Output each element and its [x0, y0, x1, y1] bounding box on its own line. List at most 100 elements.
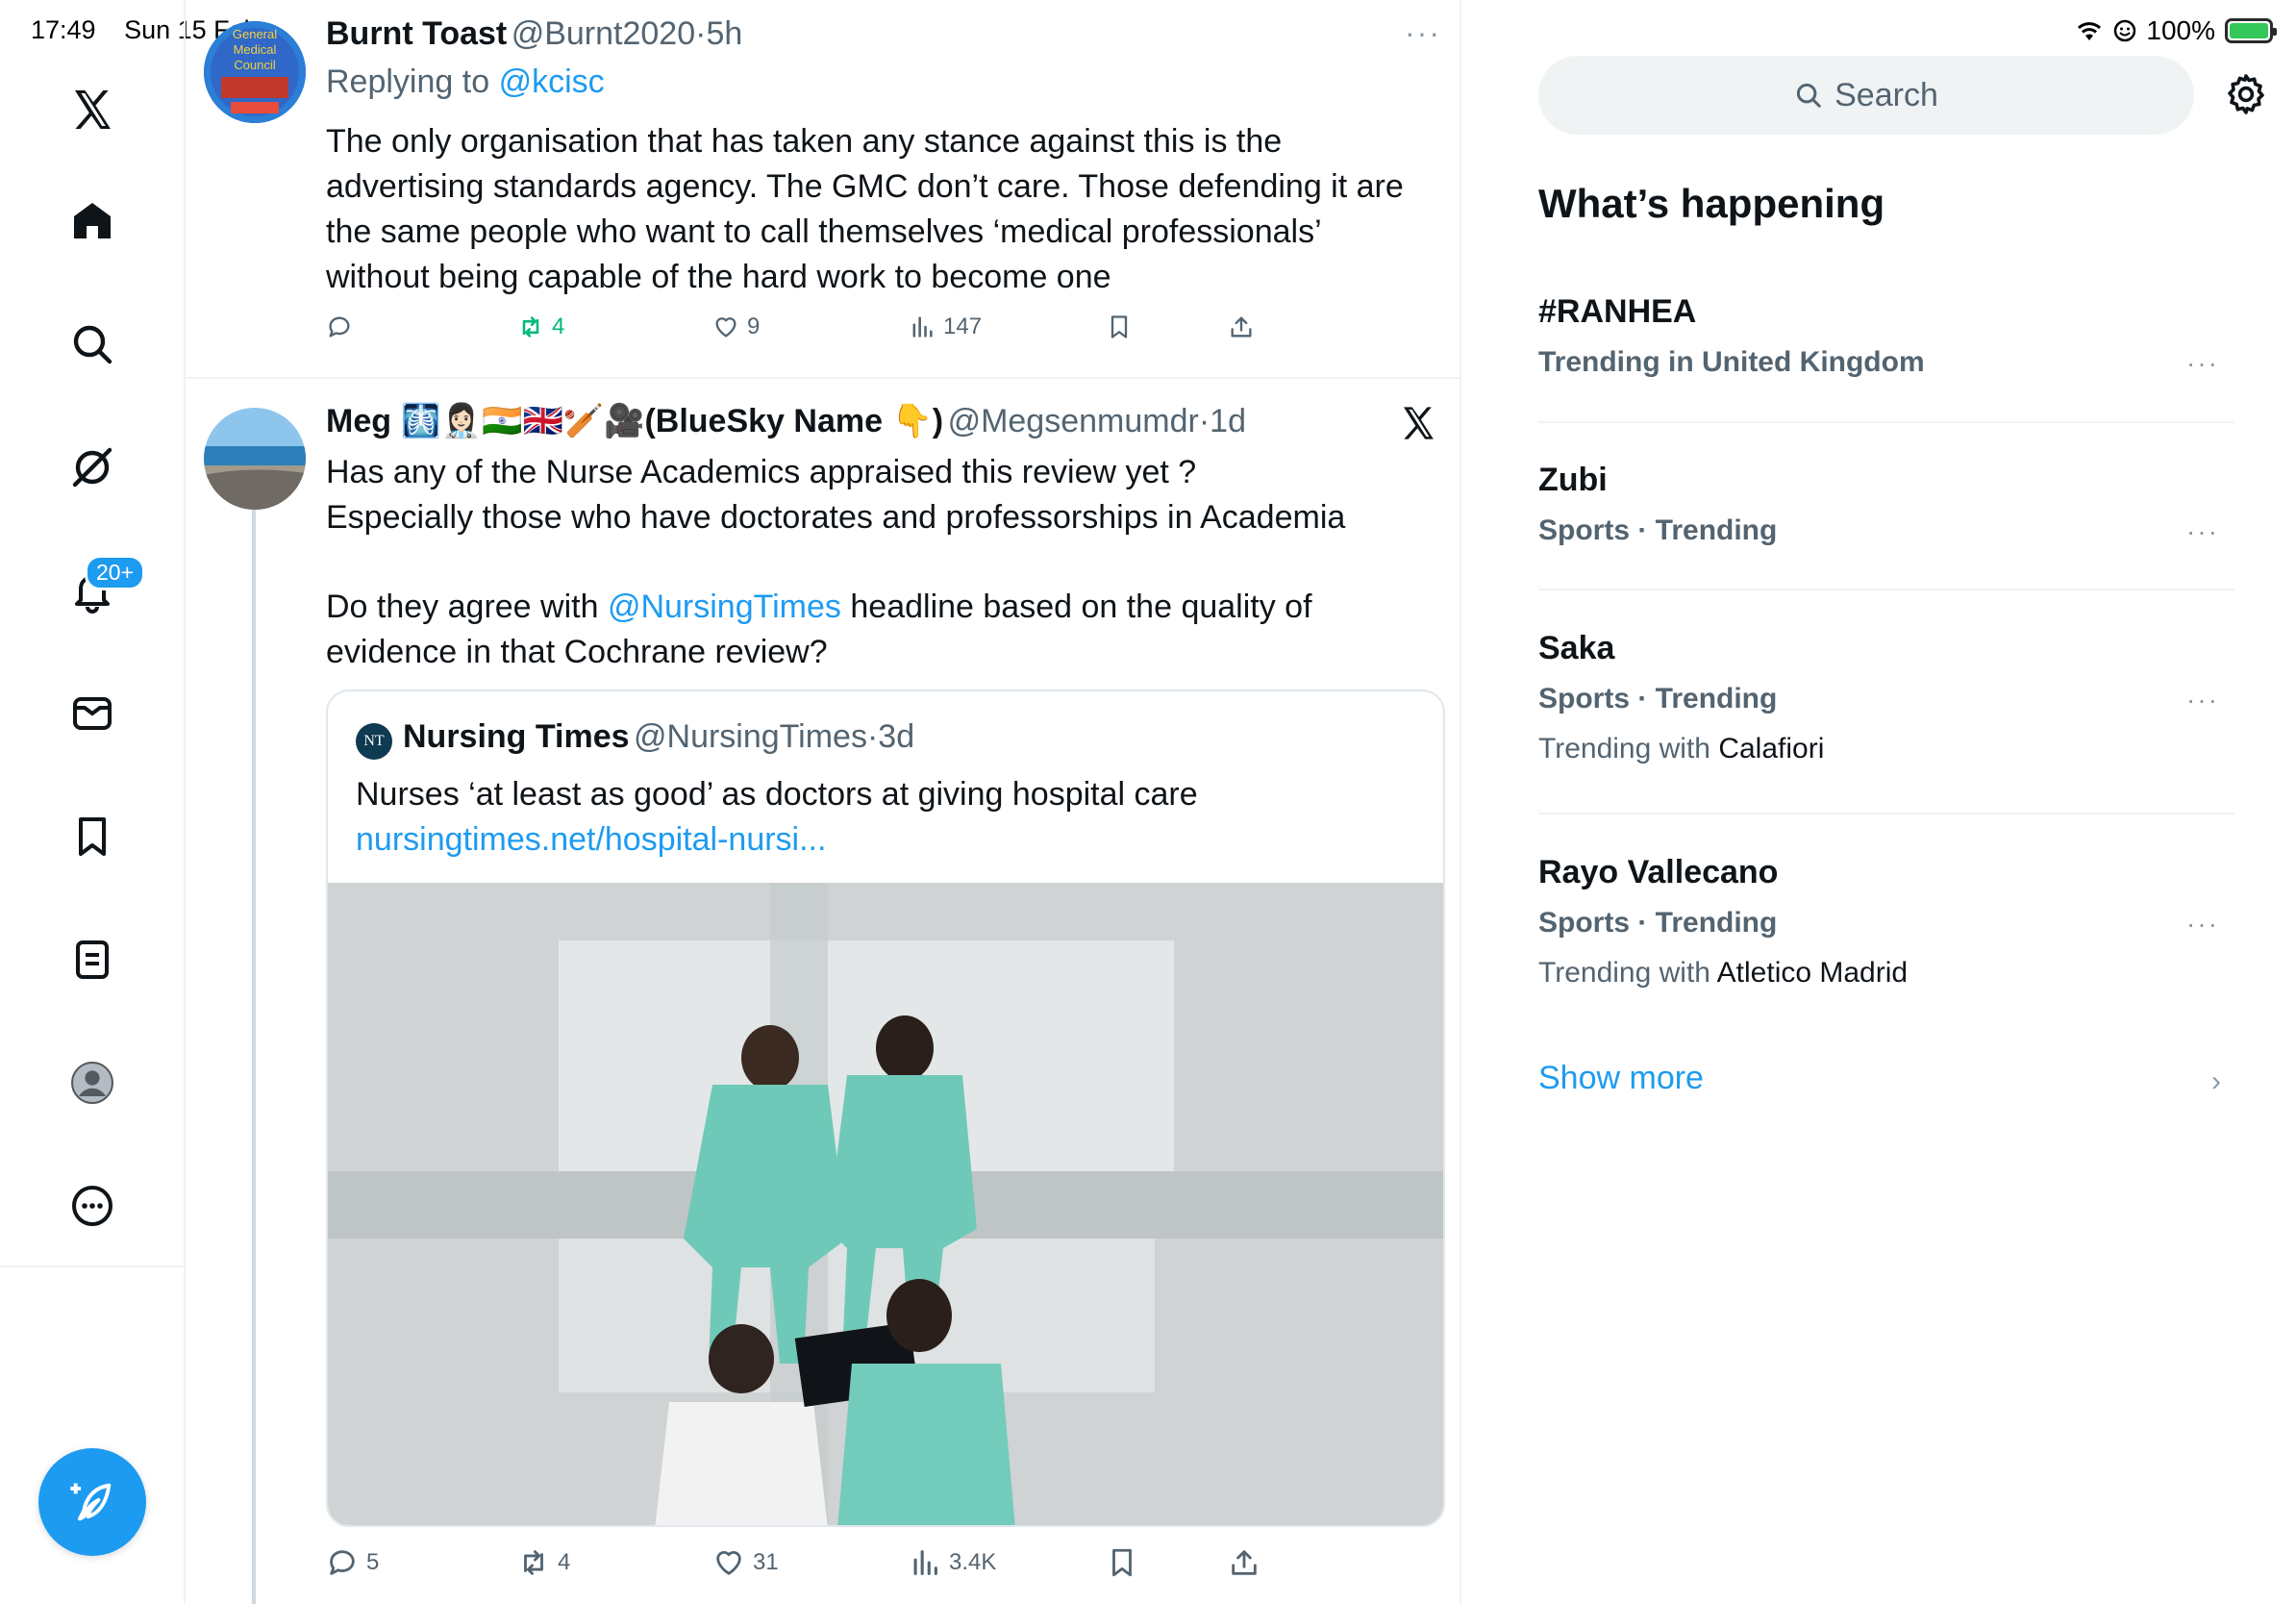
search-bar[interactable]: Search: [1538, 56, 2194, 135]
tweet1-share-button[interactable]: [1228, 313, 1255, 340]
bookmark-icon: [1111, 315, 1128, 338]
tweet2-time[interactable]: 1d: [1210, 403, 1246, 439]
tweet1-like-button[interactable]: 9: [712, 313, 760, 340]
explore-search-icon[interactable]: [54, 306, 131, 383]
nav-divider: [0, 1266, 186, 1267]
tweet2-view-count: 3.4K: [949, 1549, 997, 1575]
reply-icon: [330, 1550, 355, 1575]
tweet1-bookmark-button[interactable]: [1106, 313, 1133, 340]
trend-meta: Sports · Trending: [1538, 514, 1778, 546]
trend-title: Zubi: [1538, 462, 1608, 498]
tweet2-share-button[interactable]: [1228, 1546, 1260, 1579]
trend-item[interactable]: Rayo Vallecano Sports · Trending Trendin…: [1538, 854, 2234, 990]
reply-icon: [329, 316, 350, 338]
search-icon: [1797, 83, 1821, 108]
tweet2-repost-button[interactable]: 4: [517, 1546, 570, 1579]
trend-meta: Trending in United Kingdom: [1538, 346, 1925, 378]
compose-post-button[interactable]: [38, 1448, 146, 1556]
tweet2-line4: evidence in that Cochrane review?: [326, 634, 828, 670]
tweet2-avatar[interactable]: [204, 408, 306, 510]
trend-more-icon[interactable]: ···: [2186, 516, 2219, 547]
tweet2-text: Has any of the Nurse Academics appraised…: [326, 450, 1441, 675]
tweet1-header: Burnt Toast @Burnt2020·5h: [326, 15, 742, 53]
trend-with: Trending with Atletico Madrid: [1538, 957, 2234, 990]
x-source-icon[interactable]: [1399, 404, 1437, 442]
quote-avatar[interactable]: NT: [356, 723, 392, 760]
thread-line: [252, 510, 256, 1604]
quote-handle: @NursingTimes: [634, 718, 867, 755]
nursingtimes-mention-link[interactable]: @NursingTimes: [608, 589, 841, 625]
tweet1-time[interactable]: 5h: [706, 15, 742, 52]
trend-more-icon[interactable]: ···: [2186, 348, 2219, 379]
tweet1-views-button[interactable]: 147: [909, 313, 982, 340]
tweet2-line2: Especially those who have doctorates and…: [326, 499, 1346, 536]
tweet2-reply-button[interactable]: 5: [326, 1546, 379, 1579]
tweet2-handle[interactable]: @Megsenmumdr: [948, 403, 1199, 439]
tweet2-author-name[interactable]: Meg 🩻👩🏻‍⚕️🇮🇳🇬🇧🏏🎥(BlueSky Name 👇): [326, 403, 943, 439]
tweet2-like-button[interactable]: 31: [712, 1546, 779, 1579]
quote-text: Nurses ‘at least as good’ as doctors at …: [356, 776, 1198, 813]
replying-handle-link[interactable]: @kcisc: [499, 63, 605, 100]
tweet1-text: The only organisation that has taken any…: [326, 119, 1441, 300]
trend-item[interactable]: #RANHEA Trending in United Kingdom: [1538, 293, 2234, 379]
tweet2-sep: ·: [1198, 403, 1210, 439]
tweet2-reply-count: 5: [366, 1549, 380, 1575]
settings-gear-icon[interactable]: [2223, 71, 2269, 117]
trend-meta: Sports · Trending: [1538, 907, 1778, 939]
tweet1-repost-count: 4: [552, 313, 565, 339]
trend-more-icon[interactable]: ···: [2186, 685, 2219, 715]
share-upload-icon: [1232, 1550, 1257, 1575]
quote-author-name: Nursing Times: [403, 718, 630, 755]
lists-icon[interactable]: [54, 921, 131, 998]
focus-smiley-icon: [2114, 19, 2136, 42]
tweet2-bookmark-button[interactable]: [1106, 1546, 1138, 1579]
views-chart-icon: [913, 1550, 937, 1575]
notifications-badge: 20+: [85, 555, 146, 590]
quote-photo[interactable]: [328, 883, 1443, 1525]
quote-tweet-card[interactable]: NT Nursing Times @NursingTimes·3d Nurses…: [326, 689, 1445, 1527]
share-upload-icon: [1231, 316, 1252, 338]
tweet1-line: The only organisation that has taken any…: [326, 123, 1283, 160]
trend-with: Trending with Calafiori: [1538, 733, 2234, 765]
like-heart-icon: [716, 1551, 741, 1575]
quote-link[interactable]: nursingtimes.net/hospital-nursi...: [356, 817, 826, 863]
tweet1-line: the same people who want to call themsel…: [326, 213, 1322, 250]
chevron-right-icon[interactable]: ›: [2211, 1065, 2221, 1098]
trend-divider: [1538, 589, 2234, 590]
show-more-link[interactable]: Show more: [1538, 1060, 1704, 1097]
battery-icon: [2225, 18, 2277, 43]
home-icon[interactable]: [54, 183, 131, 260]
avatar-text-1: General: [233, 27, 277, 41]
tweet1-more-icon[interactable]: ···: [1405, 15, 1441, 51]
messages-envelope-icon[interactable]: [54, 675, 131, 752]
quote-sep: ·: [866, 718, 879, 755]
tweet2-line3-prefix: Do they agree with: [326, 589, 599, 625]
tweet1-avatar[interactable]: General Medical Council: [204, 21, 306, 123]
trend-with-name: Calafiori: [1718, 733, 1825, 764]
profile-avatar-icon[interactable]: [54, 1044, 131, 1121]
trend-item[interactable]: Zubi Sports · Trending: [1538, 462, 2234, 547]
repost-icon: [522, 316, 539, 338]
tweet1-reply-button[interactable]: [326, 313, 361, 340]
tweet1-like-count: 9: [747, 313, 761, 339]
bookmarks-icon[interactable]: [54, 798, 131, 875]
like-heart-icon: [715, 317, 736, 338]
tweet1-view-count: 147: [943, 313, 983, 339]
more-options-icon[interactable]: [54, 1167, 131, 1244]
tweet1-repost-button[interactable]: 4: [517, 313, 564, 340]
compose-feather-icon: [70, 1483, 112, 1521]
tweet1-replying-to: Replying to @kcisc: [326, 63, 605, 101]
trend-item[interactable]: Saka Sports · Trending Trending with Cal…: [1538, 630, 2234, 765]
trend-with-name: Atletico Madrid: [1716, 957, 1909, 989]
grok-icon[interactable]: [54, 429, 131, 506]
battery-percent: 100%: [2146, 15, 2215, 45]
tweet2-like-count: 31: [753, 1549, 779, 1575]
tweet2-views-button[interactable]: 3.4K: [909, 1546, 996, 1579]
tweet1-author-name[interactable]: Burnt Toast: [326, 15, 507, 52]
trend-more-icon[interactable]: ···: [2186, 909, 2219, 940]
tweet1-handle[interactable]: @Burnt2020: [512, 15, 695, 52]
search-placeholder: Search: [1834, 76, 1938, 113]
x-logo-icon[interactable]: [54, 71, 131, 148]
trend-title: Rayo Vallecano: [1538, 854, 1779, 890]
status-bar-right: 100%: [2075, 15, 2277, 46]
